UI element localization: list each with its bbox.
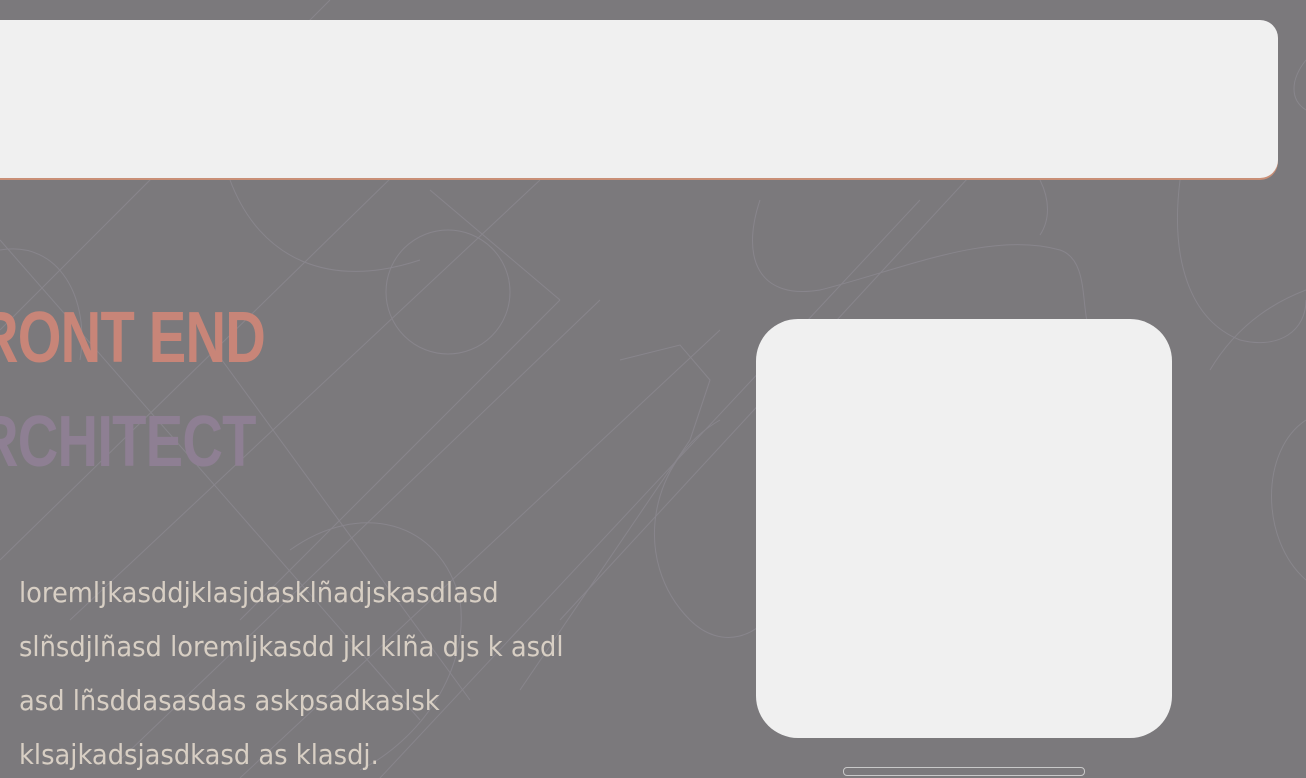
hero-title-line-1: RONT END: [0, 298, 266, 378]
intro-paragraph: loremljkasddjklasjdasklñadjskasdlasd slñ…: [19, 576, 564, 771]
hero-title-line-2: RCHITECT: [0, 402, 256, 482]
profile-image-card: [756, 319, 1172, 738]
top-banner-card: [0, 20, 1278, 178]
scroll-indicator[interactable]: [843, 767, 1085, 776]
hero-title: RONT END RCHITECT: [0, 286, 266, 494]
